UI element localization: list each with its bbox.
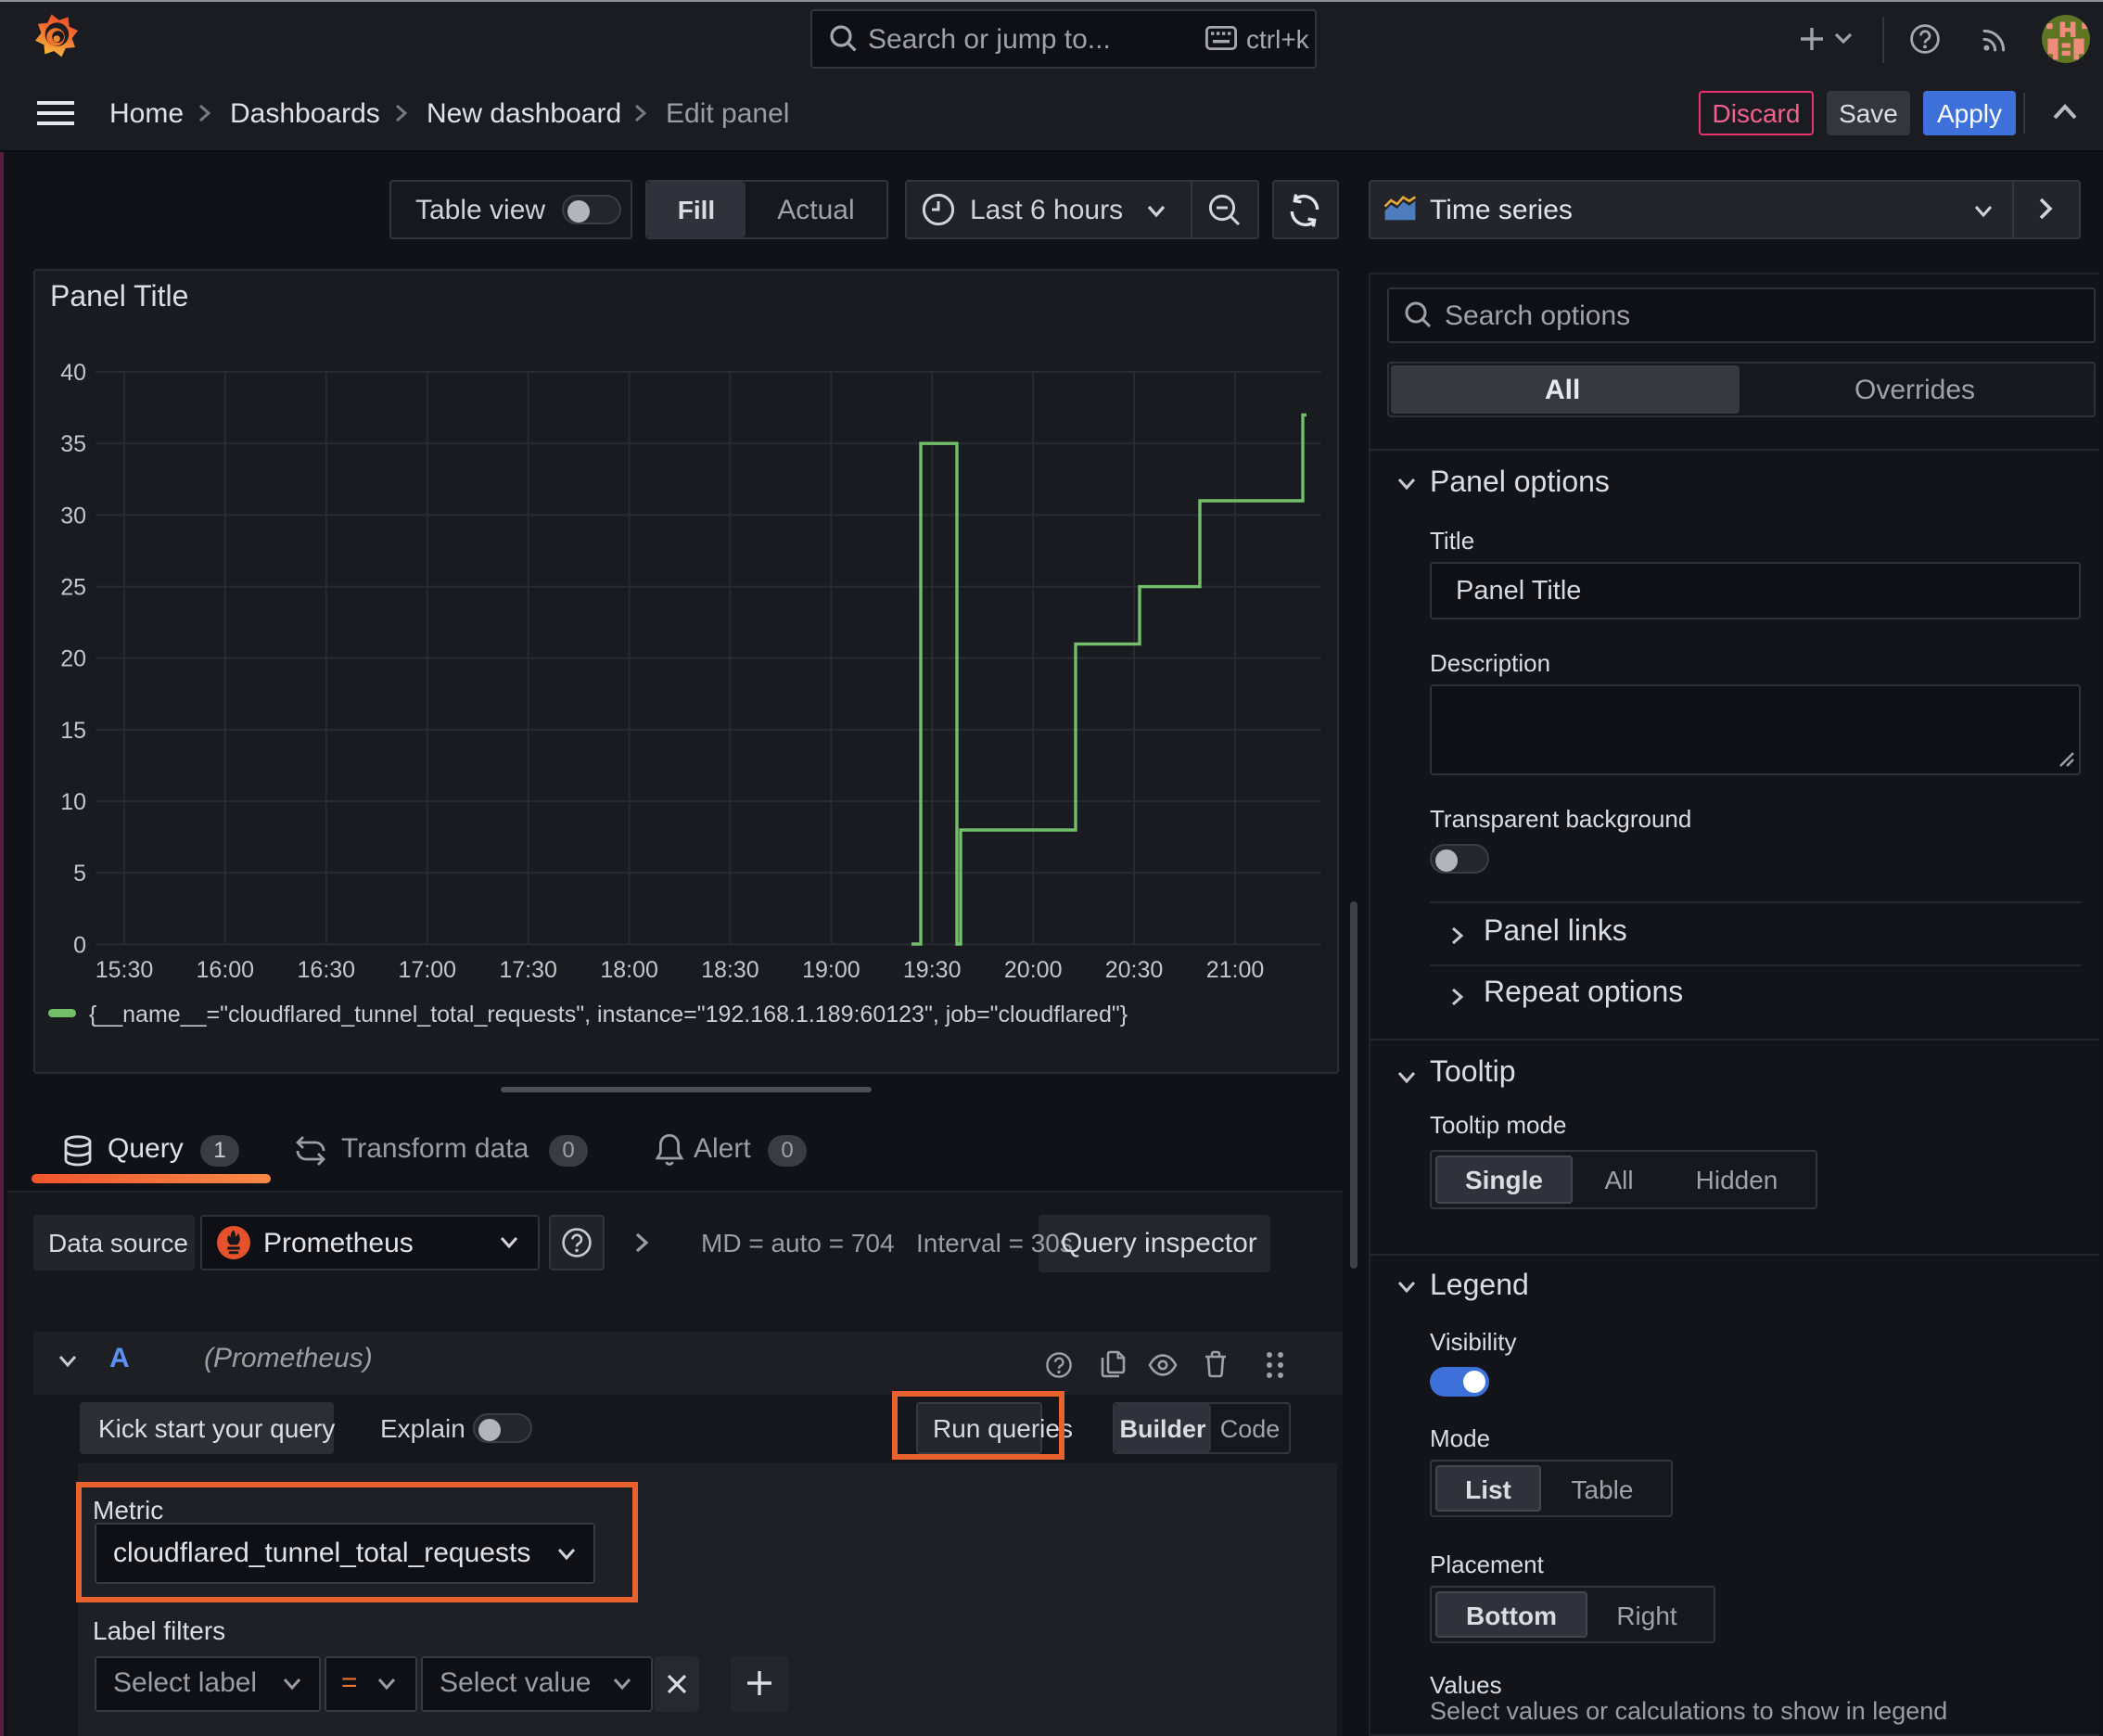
svg-text:10: 10 xyxy=(60,789,86,815)
svg-text:20:30: 20:30 xyxy=(1105,957,1164,983)
svg-text:20:00: 20:00 xyxy=(1004,957,1063,983)
svg-text:25: 25 xyxy=(60,575,86,601)
svg-text:5: 5 xyxy=(73,861,86,887)
svg-text:15:30: 15:30 xyxy=(96,957,154,983)
svg-text:19:30: 19:30 xyxy=(903,957,962,983)
svg-text:19:00: 19:00 xyxy=(802,957,860,983)
svg-text:{__name__="cloudflared_tunnel_: {__name__="cloudflared_tunnel_total_requ… xyxy=(89,1002,1128,1028)
svg-text:40: 40 xyxy=(60,360,86,386)
svg-text:0: 0 xyxy=(73,932,86,958)
svg-text:15: 15 xyxy=(60,718,86,744)
svg-text:35: 35 xyxy=(60,431,86,457)
svg-text:18:30: 18:30 xyxy=(701,957,759,983)
svg-text:17:00: 17:00 xyxy=(399,957,457,983)
svg-text:16:30: 16:30 xyxy=(298,957,356,983)
svg-text:20: 20 xyxy=(60,646,86,672)
svg-text:17:30: 17:30 xyxy=(499,957,557,983)
svg-text:21:00: 21:00 xyxy=(1206,957,1265,983)
svg-text:16:00: 16:00 xyxy=(197,957,255,983)
svg-text:30: 30 xyxy=(60,503,86,529)
svg-text:18:00: 18:00 xyxy=(600,957,658,983)
